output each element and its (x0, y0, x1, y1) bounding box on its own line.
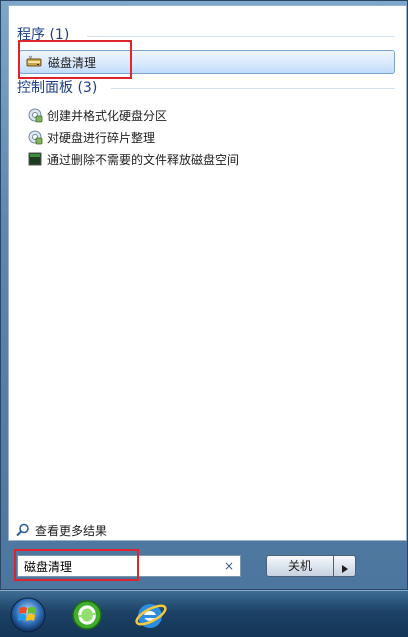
divider (87, 36, 395, 37)
cp-item-free-disk-space[interactable]: 通过删除不需要的文件释放磁盘空间 (27, 149, 239, 169)
cp-item-defragment[interactable]: 对硬盘进行碎片整理 (27, 127, 155, 147)
taskbar (0, 590, 408, 637)
control-panel-gear-icon (27, 107, 43, 123)
start-search-box[interactable]: × (17, 555, 241, 577)
start-menu: 程序 (1) 磁盘清理 控制面板 (3) 创建并格式化硬盘分区 对硬盘进行碎片整… (0, 0, 408, 590)
disk-cleanup-icon (27, 151, 43, 167)
control-panel-gear-icon (27, 129, 43, 145)
cp-item-label: 通过删除不需要的文件释放磁盘空间 (47, 152, 240, 167)
360-browser-icon[interactable] (68, 596, 106, 634)
programs-group-header[interactable]: 程序 (1) (17, 26, 69, 44)
see-more-results-label: 查看更多结果 (35, 523, 108, 538)
search-icon (16, 523, 30, 537)
see-more-results-link[interactable]: 查看更多结果 (16, 521, 107, 539)
search-results-pane: 程序 (1) 磁盘清理 控制面板 (3) 创建并格式化硬盘分区 对硬盘进行碎片整… (8, 5, 407, 541)
search-input[interactable] (24, 559, 210, 573)
cp-item-create-format-partition[interactable]: 创建并格式化硬盘分区 (27, 105, 167, 125)
program-item-disk-cleanup[interactable]: 磁盘清理 (19, 50, 395, 74)
shutdown-button[interactable]: 关机 (266, 555, 334, 577)
disk-cleanup-icon (26, 54, 42, 70)
internet-explorer-icon[interactable] (131, 596, 169, 634)
cp-item-label: 对硬盘进行碎片整理 (47, 130, 156, 145)
control-panel-group-header[interactable]: 控制面板 (3) (17, 79, 97, 97)
divider (111, 88, 395, 89)
shutdown-options-button[interactable] (334, 555, 356, 577)
program-item-label: 磁盘清理 (48, 55, 97, 70)
cp-item-label: 创建并格式化硬盘分区 (47, 108, 168, 123)
windows-start-orb-icon[interactable] (9, 596, 47, 634)
triangle-right-icon (342, 562, 348, 576)
clear-search-icon[interactable]: × (224, 559, 234, 573)
